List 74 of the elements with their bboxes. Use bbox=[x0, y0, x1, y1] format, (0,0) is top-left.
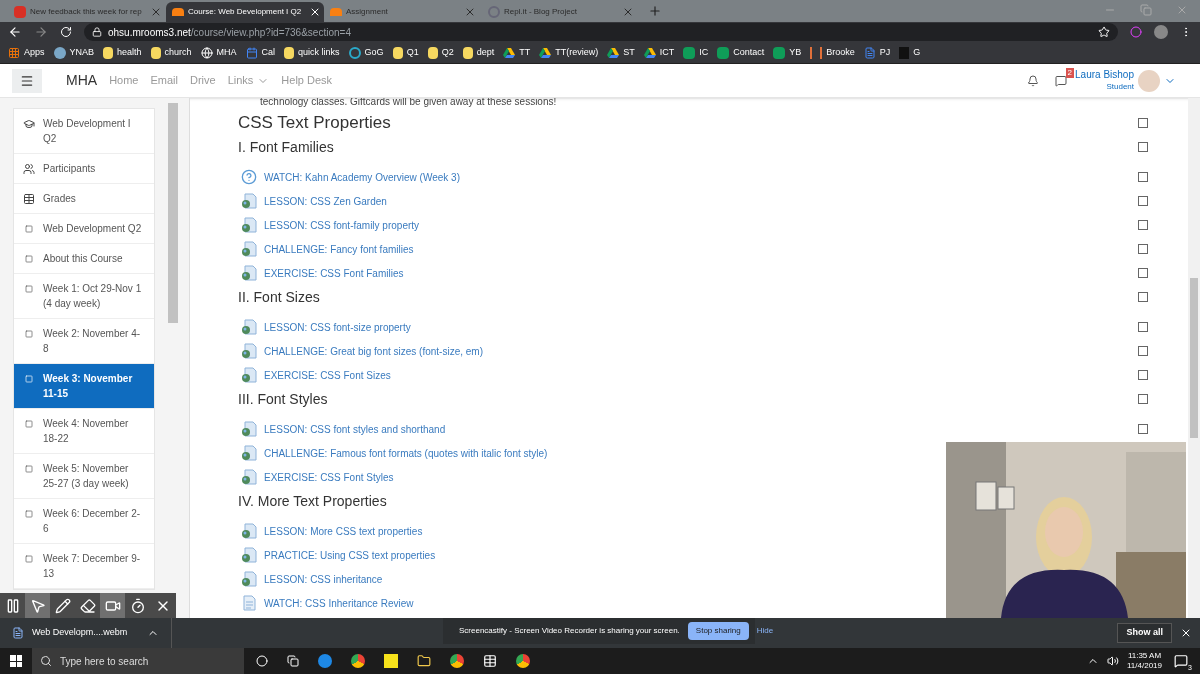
bookmark[interactable]: Contact bbox=[717, 45, 765, 60]
activity-link[interactable]: EXERCISE: CSS Font Families bbox=[264, 265, 404, 281]
sidebar-item[interactable]: Web Development I Q2 bbox=[14, 109, 154, 154]
bookmark[interactable]: quick links bbox=[284, 45, 340, 60]
sidebar-item[interactable]: Grades bbox=[14, 184, 154, 214]
activity-link[interactable]: LESSON: CSS font-family property bbox=[264, 217, 420, 233]
tab-title: Assignment bbox=[346, 6, 388, 18]
bookmark[interactable]: PJ bbox=[863, 45, 891, 60]
bookmark[interactable]: dept bbox=[462, 45, 495, 60]
bookmark[interactable]: Q2 bbox=[427, 45, 454, 60]
sidebar-item[interactable]: Participants bbox=[14, 154, 154, 184]
sidebar-item[interactable]: Week 1: Oct 29-Nov 1 (4 day week) bbox=[14, 274, 154, 319]
sidebar-item[interactable]: About this Course bbox=[14, 244, 154, 274]
hide-link[interactable]: Hide bbox=[756, 625, 774, 637]
section-heading: III. Font Styles bbox=[238, 389, 329, 409]
sidebar-item[interactable]: Web Development Q2 bbox=[14, 214, 154, 244]
activity-link[interactable]: LESSON: CSS Zen Garden bbox=[264, 193, 387, 209]
tab-title: New feedback this week for rep bbox=[30, 6, 142, 18]
bookmark[interactable]: health bbox=[103, 45, 142, 60]
show-all-button[interactable]: Show all bbox=[1117, 623, 1172, 643]
bookmark[interactable]: Q1 bbox=[392, 45, 419, 60]
activity-link[interactable]: LESSON: CSS font styles and shorthand bbox=[264, 421, 446, 437]
message-count-badge: 2 bbox=[1065, 68, 1074, 78]
user-role: Student bbox=[1106, 81, 1134, 93]
browser-tab[interactable]: New feedback this week for rep bbox=[8, 2, 166, 22]
bookmark[interactable]: TT(review) bbox=[539, 45, 599, 60]
site-brand[interactable]: MHA bbox=[66, 70, 98, 91]
activity-link[interactable]: CHALLENGE: Famous font formats (quotes with italic font style) bbox=[264, 445, 548, 461]
activity-link[interactable]: CHALLENGE: Great big font sizes (font-size, em) bbox=[264, 343, 483, 359]
intro-text: technology classes. Giftcards will be given away at these sessions! bbox=[260, 98, 557, 107]
taskbar-search-field[interactable]: Type here to search bbox=[32, 648, 244, 674]
tab-title: Course: Web Development I Q2 bbox=[188, 6, 302, 18]
activity-link[interactable]: LESSON: More CSS text properties bbox=[264, 523, 423, 539]
sidebar-item[interactable]: Week 3: November 11-15 bbox=[14, 364, 154, 409]
sidebar-item[interactable]: Week 4: November 18-22 bbox=[14, 409, 154, 454]
sidebar-item[interactable]: Week 5: November 25-27 (3 day week) bbox=[14, 454, 154, 499]
bookmark[interactable]: YNAB bbox=[53, 45, 95, 60]
activity-link[interactable]: LESSON: CSS font-size property bbox=[264, 319, 411, 335]
sidebar-item[interactable]: Week 7: December 9-13 bbox=[14, 544, 154, 589]
bookmark[interactable]: ICT bbox=[643, 45, 675, 60]
bookmark[interactable]: YB bbox=[773, 45, 802, 60]
bookmark[interactable]: IC bbox=[683, 45, 709, 60]
tab-title: Repl.it - Blog Project bbox=[504, 6, 577, 18]
activity-link[interactable]: EXERCISE: CSS Font Styles bbox=[264, 469, 394, 485]
activity-link[interactable]: WATCH: CSS Inheritance Review bbox=[264, 595, 414, 611]
bookmark[interactable]: MHA bbox=[200, 45, 237, 60]
bookmark[interactable]: Brooke bbox=[810, 45, 855, 60]
browser-tab[interactable]: Repl.it - Blog Project bbox=[482, 2, 640, 22]
activity-link[interactable]: EXERCISE: CSS Font Sizes bbox=[264, 367, 391, 383]
section-heading: IV. More Text Properties bbox=[238, 491, 388, 511]
bookmark[interactable]: Cal bbox=[245, 45, 276, 60]
activity-link[interactable]: CHALLENGE: Fancy font families bbox=[264, 241, 414, 257]
topic-title: CSS Text Properties bbox=[238, 112, 392, 135]
bookmark[interactable]: Apps bbox=[8, 45, 45, 60]
clock-date: 11/4/2019 bbox=[1127, 661, 1162, 671]
bookmark[interactable]: ST bbox=[607, 45, 635, 60]
section-heading: II. Font Sizes bbox=[238, 287, 321, 307]
sidebar-item[interactable]: Week 6: December 2-6 bbox=[14, 499, 154, 544]
url-text: ohsu.mrooms3.net/course/view.php?id=736&section=4 bbox=[108, 25, 351, 40]
bookmark[interactable]: G bbox=[899, 45, 921, 60]
bookmark[interactable]: GoG bbox=[348, 45, 384, 60]
stop-sharing-button[interactable]: Stop sharing bbox=[687, 622, 749, 640]
address-field[interactable]: ohsu.mrooms3.net/course/view.php?id=736&section=4 bbox=[84, 23, 1118, 41]
bookmark[interactable]: TT bbox=[503, 45, 531, 60]
section-heading: I. Font Families bbox=[238, 137, 335, 157]
browser-tab[interactable]: Assignment bbox=[324, 2, 482, 22]
bookmark[interactable]: church bbox=[150, 45, 192, 60]
activity-link[interactable]: PRACTICE: Using CSS text properties bbox=[264, 547, 436, 563]
activity-link[interactable]: WATCH: Kahn Academy Overview (Week 3) bbox=[264, 169, 460, 185]
activity-link[interactable]: LESSON: CSS inheritance bbox=[264, 571, 383, 587]
browser-tab[interactable]: Course: Web Development I Q2 bbox=[166, 2, 324, 22]
user-name[interactable]: Laura Bishop bbox=[1075, 68, 1134, 81]
clock-time: 11:35 AM bbox=[1127, 651, 1162, 661]
share-message: Screencastify - Screen Video Recorder is sharing your screen. bbox=[459, 625, 680, 637]
